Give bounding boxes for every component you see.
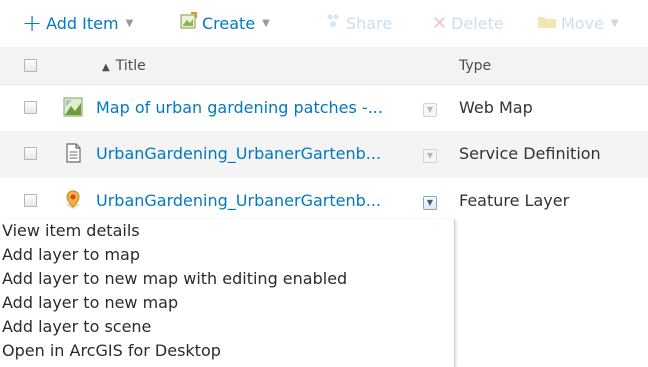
item-options-dropdown[interactable]: ▼	[423, 103, 437, 117]
caret-down-icon: ▼	[610, 17, 619, 29]
select-all-checkbox[interactable]	[24, 59, 37, 72]
web-map-icon	[63, 97, 83, 117]
item-title-link[interactable]: UrbanGardening_UrbanerGartenb...	[96, 191, 381, 210]
table-row: UrbanGardening_UrbanerGartenb... ▼ Featu…	[0, 178, 648, 224]
share-button[interactable]: Share	[324, 10, 392, 36]
row-checkbox[interactable]	[24, 147, 37, 160]
share-icon	[324, 12, 342, 34]
menu-item-add-to-scene[interactable]: Add layer to scene	[0, 315, 454, 339]
chevron-down-icon: ▼	[426, 198, 434, 207]
menu-item-add-to-new-map-editing[interactable]: Add layer to new map with editing enable…	[0, 267, 454, 291]
add-item-button[interactable]: + Add Item ▼	[22, 10, 133, 36]
create-icon	[180, 12, 198, 34]
row-checkbox[interactable]	[24, 101, 37, 114]
table-header: ▲ Title Type	[0, 47, 648, 85]
item-title-link[interactable]: UrbanGardening_UrbanerGartenb...	[96, 144, 381, 163]
feature-layer-icon	[63, 190, 83, 210]
caret-down-icon: ▼	[262, 17, 270, 29]
caret-down-icon: ▼	[125, 17, 134, 29]
delete-button[interactable]: ✕ Delete	[432, 10, 504, 36]
item-type: Feature Layer	[459, 191, 570, 210]
sort-ascending-icon: ▲	[102, 62, 110, 73]
move-button[interactable]: Move ▼	[537, 10, 619, 36]
create-button[interactable]: Create ▼	[180, 10, 270, 36]
type-column-header[interactable]: Type	[459, 58, 491, 74]
menu-item-add-to-map[interactable]: Add layer to map	[0, 243, 454, 267]
chevron-down-icon: ▼	[426, 105, 434, 114]
content-toolbar: + Add Item ▼ Create ▼ Share ✕ Delete Mov…	[0, 0, 648, 46]
plus-icon: +	[22, 9, 43, 37]
item-title-link[interactable]: Map of urban gardening patches -...	[96, 98, 383, 117]
item-options-dropdown[interactable]: ▼	[423, 196, 437, 210]
title-column-header[interactable]: ▲ Title	[102, 58, 146, 74]
document-icon	[63, 143, 83, 163]
menu-item-open-arcgis-desktop[interactable]: Open in ArcGIS for Desktop	[0, 339, 454, 363]
item-type: Web Map	[459, 98, 533, 117]
folder-icon	[537, 12, 557, 34]
delete-x-icon: ✕	[432, 12, 448, 34]
table-row: Map of urban gardening patches -... ▼ We…	[0, 85, 648, 131]
item-type: Service Definition	[459, 144, 601, 163]
chevron-down-icon: ▼	[426, 151, 434, 160]
table-row: UrbanGardening_UrbanerGartenb... ▼ Servi…	[0, 131, 648, 178]
item-options-menu: View item details Add layer to map Add l…	[0, 219, 455, 367]
row-checkbox[interactable]	[24, 194, 37, 207]
menu-item-add-to-new-map[interactable]: Add layer to new map	[0, 291, 454, 315]
menu-item-view-details[interactable]: View item details	[0, 219, 454, 243]
item-options-dropdown[interactable]: ▼	[423, 149, 437, 163]
